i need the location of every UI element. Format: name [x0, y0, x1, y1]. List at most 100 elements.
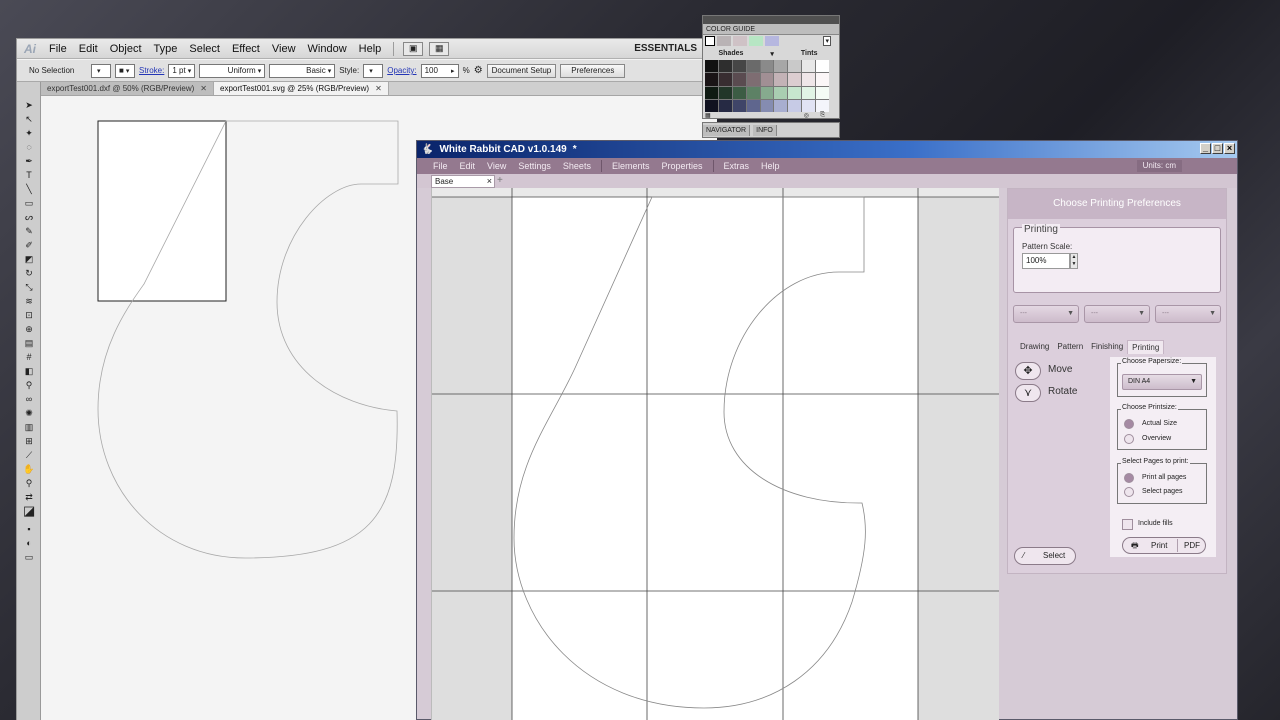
sheet-tab-base[interactable]: Base × — [431, 175, 495, 188]
add-sheet-icon[interactable]: + — [497, 176, 503, 186]
color-variation-swatch[interactable] — [788, 73, 802, 86]
option-dropdown-1[interactable]: --- ▼ — [1013, 305, 1079, 323]
ai-menu-effect[interactable]: Effect — [226, 39, 266, 59]
color-variation-swatch[interactable] — [816, 99, 829, 112]
graph-tool-icon[interactable]: ▥ — [23, 422, 35, 432]
pattern-scale-input[interactable]: 100% — [1022, 253, 1070, 269]
wr-menu-view[interactable]: View — [481, 161, 512, 171]
pencil-tool-icon[interactable]: ✎ — [23, 226, 35, 236]
tab-finishing[interactable]: Finishing — [1087, 340, 1127, 354]
cad-print-preview-canvas[interactable] — [431, 188, 999, 720]
document-tab-active[interactable]: exportTest001.svg @ 25% (RGB/Preview) ✕ — [214, 82, 389, 95]
symbol-sprayer-icon[interactable]: ✺ — [23, 408, 35, 418]
color-variation-swatch[interactable] — [746, 86, 760, 99]
color-variation-swatch[interactable] — [788, 86, 802, 99]
blend-tool-icon[interactable]: ∞ — [23, 394, 35, 404]
color-variation-swatch[interactable] — [760, 86, 774, 99]
draw-mode-icon[interactable]: ◐ — [23, 538, 35, 548]
color-variation-swatch[interactable] — [746, 99, 760, 112]
scale-tool-icon[interactable]: ⤡ — [23, 282, 35, 292]
wr-menu-elements[interactable]: Elements — [606, 161, 656, 171]
opacity-label[interactable]: Opacity: — [387, 66, 416, 75]
option-dropdown-3[interactable]: --- ▼ — [1155, 305, 1221, 323]
ai-menu-file[interactable]: File — [43, 39, 73, 59]
stroke-weight-field[interactable]: 1 pt ▾ — [168, 63, 196, 78]
panel-collapse-bar[interactable] — [703, 16, 839, 24]
select-button[interactable]: ⁄ Select — [1014, 547, 1076, 565]
tab-printing[interactable]: Printing — [1127, 340, 1165, 354]
color-variation-swatch[interactable] — [718, 60, 732, 73]
free-transform-icon[interactable]: ⊡ — [23, 310, 35, 320]
tab-drawing[interactable]: Drawing — [1016, 340, 1053, 354]
close-icon[interactable]: ✕ — [200, 84, 207, 93]
harmony-swatch[interactable] — [765, 36, 779, 46]
color-variation-swatch[interactable] — [732, 73, 746, 86]
limit-swatch-icon[interactable]: ▦ — [705, 113, 711, 119]
color-variation-swatch[interactable] — [788, 60, 802, 73]
color-variation-swatch[interactable] — [760, 60, 774, 73]
hand-tool-icon[interactable]: ✋ — [23, 464, 35, 474]
color-variation-swatch[interactable] — [705, 86, 718, 99]
screen-mode-icon[interactable]: ▭ — [23, 552, 35, 562]
color-variation-swatch[interactable] — [802, 73, 816, 86]
ai-menu-object[interactable]: Object — [104, 39, 148, 59]
paintbrush-tool-icon[interactable]: ᔕ — [23, 212, 35, 222]
wr-menu-file[interactable]: File — [427, 161, 454, 171]
gradient-tool-icon[interactable]: ◧ — [23, 366, 35, 376]
variable-width-profile[interactable]: Uniform ▾ — [199, 63, 266, 78]
blob-brush-icon[interactable]: ✐ — [23, 240, 35, 250]
artboard-tool-icon[interactable]: ⊞ — [23, 436, 35, 446]
color-variation-swatch[interactable] — [760, 99, 774, 112]
papersize-dropdown[interactable]: DIN A4 ▼ — [1122, 374, 1202, 390]
ai-menu-edit[interactable]: Edit — [73, 39, 104, 59]
move-button[interactable]: ✥ — [1015, 362, 1041, 380]
pen-tool-icon[interactable]: ✒ — [23, 156, 35, 166]
include-fills-checkbox[interactable] — [1122, 519, 1133, 530]
color-variation-swatch[interactable] — [774, 86, 788, 99]
perspective-grid-icon[interactable]: ▤ — [23, 338, 35, 348]
color-variation-swatch[interactable] — [732, 86, 746, 99]
color-variation-swatch[interactable] — [774, 73, 788, 86]
wr-menu-help[interactable]: Help — [755, 161, 786, 171]
harmony-swatch[interactable] — [717, 36, 731, 46]
color-variation-swatch[interactable] — [816, 86, 829, 99]
eraser-tool-icon[interactable]: ◩ — [23, 254, 35, 264]
color-variation-swatch[interactable] — [802, 86, 816, 99]
lasso-tool-icon[interactable]: ◌ — [23, 142, 35, 152]
color-variation-swatch[interactable] — [816, 73, 829, 86]
direct-selection-tool-icon[interactable]: ↖ — [23, 114, 35, 124]
arrange-documents-icon[interactable]: ▦ — [429, 41, 450, 56]
color-variations-grid[interactable] — [705, 60, 829, 112]
window-titlebar[interactable]: 🐇 White Rabbit CAD v1.0.149 * _ □ × — [417, 141, 1237, 158]
document-tab[interactable]: exportTest001.dxf @ 50% (RGB/Preview) ✕ — [41, 82, 214, 95]
ai-menu-select[interactable]: Select — [183, 39, 226, 59]
base-color-swatch[interactable] — [705, 36, 715, 46]
fill-stroke-icon[interactable]: ◪ — [23, 504, 35, 517]
overview-radio[interactable] — [1124, 434, 1134, 444]
save-group-icon[interactable]: ⎘ — [820, 112, 825, 119]
recolor-icon[interactable]: ⚙ — [474, 65, 483, 76]
close-icon[interactable]: ✕ — [375, 84, 382, 93]
rectangle-tool-icon[interactable]: ▭ — [23, 198, 35, 208]
color-variation-swatch[interactable] — [760, 73, 774, 86]
width-tool-icon[interactable]: ≋ — [23, 296, 35, 306]
bridge-icon[interactable]: ▣ — [403, 41, 424, 56]
workspace-switcher[interactable]: ESSENTIALS — [634, 39, 697, 59]
color-variation-swatch[interactable] — [705, 73, 718, 86]
color-variation-swatch[interactable] — [718, 99, 732, 112]
selection-tool-icon[interactable]: ➤ — [23, 100, 35, 110]
select-pages-radio[interactable] — [1124, 487, 1134, 497]
harmony-swatch[interactable] — [733, 36, 747, 46]
style-swatch[interactable]: ▾ — [363, 63, 384, 78]
wr-menu-extras[interactable]: Extras — [718, 161, 756, 171]
preferences-button[interactable]: Preferences — [560, 63, 626, 78]
color-variation-swatch[interactable] — [732, 99, 746, 112]
wr-menu-edit[interactable]: Edit — [454, 161, 482, 171]
slice-tool-icon[interactable]: ⟋ — [23, 450, 35, 460]
harmony-swatch[interactable] — [749, 36, 763, 46]
harmony-swatches[interactable]: ▾ — [705, 35, 831, 47]
color-variation-swatch[interactable] — [802, 60, 816, 73]
print-all-pages-radio[interactable] — [1124, 473, 1134, 483]
harmony-dropdown-icon[interactable]: ▾ — [823, 36, 831, 46]
edit-colors-icon[interactable]: ◎ — [804, 112, 809, 119]
